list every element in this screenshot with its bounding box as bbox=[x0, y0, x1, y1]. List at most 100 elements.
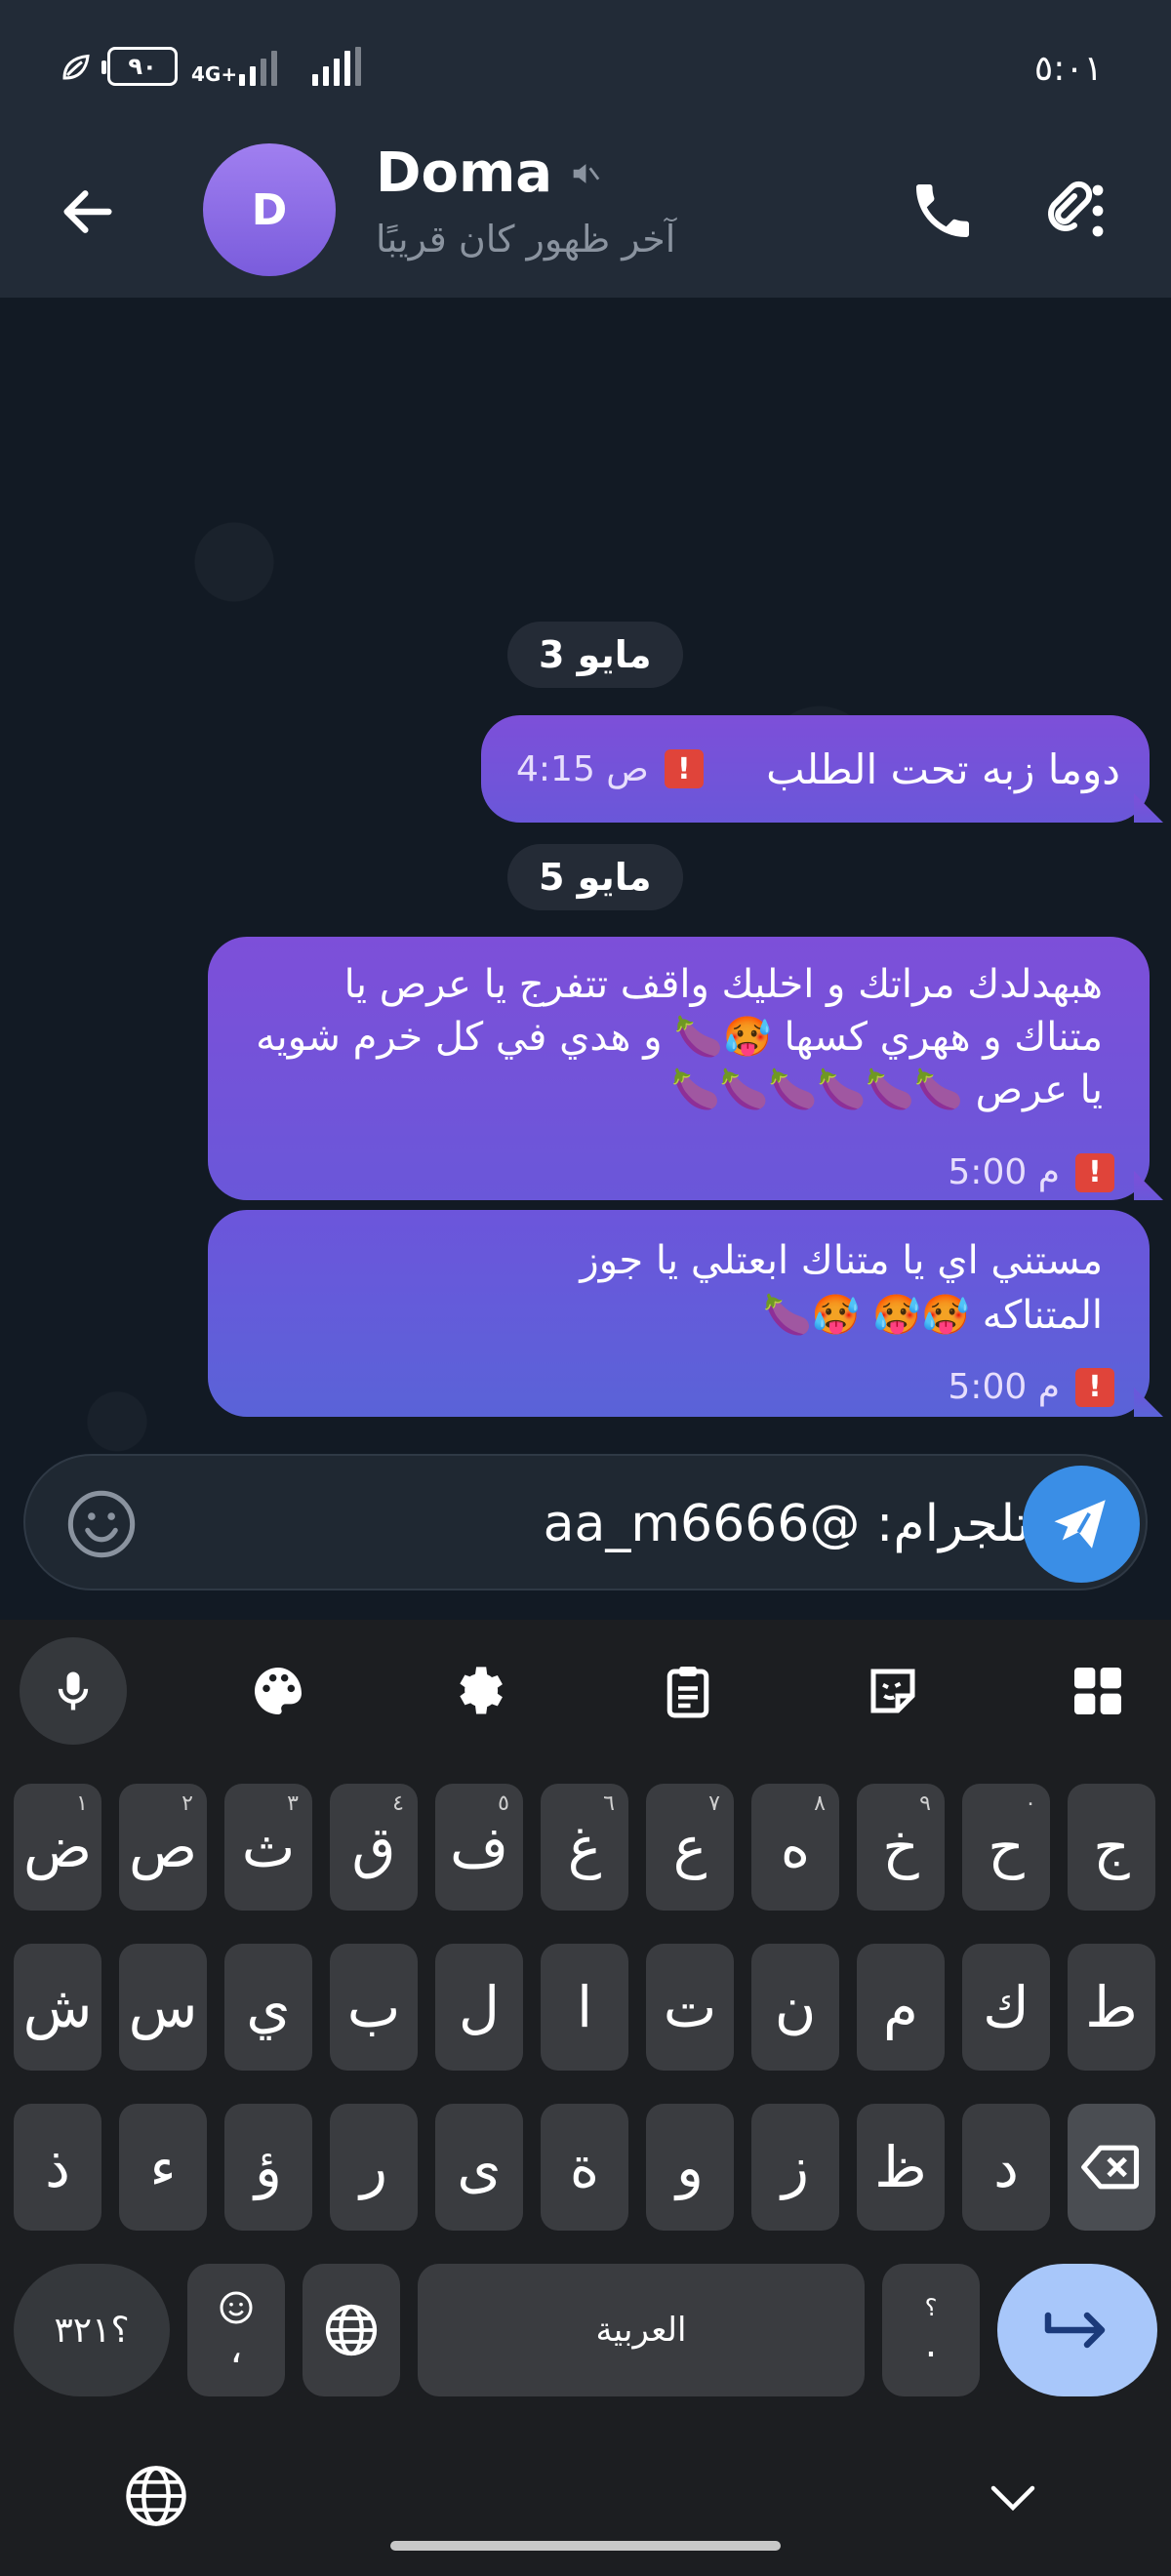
navigation-bar bbox=[0, 2420, 1171, 2576]
message-bubble[interactable]: 4:15 ص ! دوما زبه تحت الطلب bbox=[481, 715, 1163, 823]
palette-icon[interactable] bbox=[224, 1637, 332, 1745]
period-key[interactable]: ؟ . bbox=[882, 2264, 980, 2396]
message-text: دوما زبه تحت الطلب bbox=[766, 745, 1120, 793]
language-key[interactable] bbox=[303, 2264, 400, 2396]
keyboard-row-3: ذ ء ؤ ر ى ة و ز ظ د bbox=[14, 2104, 1155, 2231]
apps-grid-icon[interactable] bbox=[1044, 1637, 1151, 1745]
key[interactable]: د bbox=[962, 2104, 1050, 2231]
send-button[interactable] bbox=[1023, 1466, 1140, 1583]
on-screen-keyboard: ١ض ٢ص ٣ث ٤ق ٥ف ٦غ ٧ع ٨ه ٩خ ٠ح ج ش س ي ب … bbox=[0, 1620, 1171, 2576]
contact-name-row[interactable]: Doma bbox=[376, 141, 601, 205]
key[interactable]: و bbox=[646, 2104, 734, 2231]
clock: ٥:٠١ bbox=[1033, 49, 1103, 89]
space-bar[interactable]: العربية bbox=[418, 2264, 865, 2396]
emoji-comma-key[interactable]: ، bbox=[187, 2264, 285, 2396]
last-seen-status: آخر ظهور كان قريبًا bbox=[376, 218, 676, 261]
key[interactable]: ر bbox=[330, 2104, 418, 2231]
back-arrow-icon[interactable] bbox=[57, 181, 119, 243]
key[interactable]: ة bbox=[541, 2104, 628, 2231]
message-meta: 5:00 م ! bbox=[948, 1367, 1114, 1407]
phone-icon[interactable] bbox=[908, 176, 978, 246]
backspace-key[interactable] bbox=[1068, 2104, 1155, 2231]
key[interactable]: ك bbox=[962, 1944, 1050, 2071]
key[interactable]: ؤ bbox=[224, 2104, 312, 2231]
key[interactable]: ١ض bbox=[14, 1784, 101, 1911]
key[interactable]: ٨ه bbox=[751, 1784, 839, 1911]
sticker-icon[interactable] bbox=[839, 1637, 947, 1745]
key[interactable]: ا bbox=[541, 1944, 628, 2071]
message-text: هبهدلدك مراتك و اخليك واقف تتفرج يا عرص … bbox=[256, 962, 1103, 1112]
message-text: مستني اي يا متناك ابعتلي يا جوز المتناكه… bbox=[580, 1238, 1103, 1338]
key[interactable]: ن bbox=[751, 1944, 839, 2071]
key[interactable]: م bbox=[857, 1944, 945, 2071]
message-row: 4:15 ص ! دوما زبه تحت الطلب bbox=[481, 715, 1150, 823]
key[interactable]: ظ bbox=[857, 2104, 945, 2231]
keyboard-bottom-row: ؟٣٢١ ، العربية ؟ . bbox=[14, 2264, 1157, 2396]
globe-icon[interactable] bbox=[119, 2459, 193, 2533]
message-bubble[interactable]: هبهدلدك مراتك و اخليك واقف تتفرج يا عرص … bbox=[208, 937, 1163, 1200]
message-time: 5:00 م bbox=[948, 1367, 1060, 1407]
keyboard-row-1: ١ض ٢ص ٣ث ٤ق ٥ف ٦غ ٧ع ٨ه ٩خ ٠ح ج bbox=[14, 1784, 1155, 1911]
message-bubble[interactable]: مستني اي يا متناك ابعتلي يا جوز المتناكه… bbox=[208, 1210, 1163, 1417]
message-time: 4:15 ص bbox=[516, 748, 649, 789]
key[interactable]: ج bbox=[1068, 1784, 1155, 1911]
error-icon[interactable]: ! bbox=[664, 749, 704, 788]
status-left: ٩٠ 4G+ bbox=[59, 47, 362, 86]
key[interactable]: ٦غ bbox=[541, 1784, 628, 1911]
emoji-small-icon bbox=[220, 2291, 253, 2324]
key[interactable]: ٤ق bbox=[330, 1784, 418, 1911]
chat-header: D Doma آخر ظهور كان قريبًا bbox=[0, 141, 1171, 298]
key[interactable]: ط bbox=[1068, 1944, 1155, 2071]
key[interactable]: ل bbox=[435, 1944, 523, 2071]
key[interactable]: ذ bbox=[14, 2104, 101, 2231]
enter-key[interactable] bbox=[997, 2264, 1157, 2396]
smiley-icon[interactable] bbox=[64, 1487, 139, 1561]
key[interactable]: ء bbox=[119, 2104, 207, 2231]
telegram-chat-screen: ٩٠ 4G+ ٥:٠١ D Doma آخر ظهور كان قريبًا 3… bbox=[0, 0, 1171, 2576]
error-icon[interactable]: ! bbox=[1075, 1152, 1114, 1192]
error-icon[interactable]: ! bbox=[1075, 1367, 1114, 1407]
key[interactable]: ى bbox=[435, 2104, 523, 2231]
key[interactable]: ٠ح bbox=[962, 1784, 1050, 1911]
symbols-key[interactable]: ؟٣٢١ bbox=[14, 2264, 170, 2396]
key[interactable]: ٧ع bbox=[646, 1784, 734, 1911]
settings-icon[interactable] bbox=[429, 1637, 537, 1745]
status-bar: ٩٠ 4G+ ٥:٠١ bbox=[0, 0, 1171, 141]
globe-icon bbox=[325, 2304, 378, 2356]
message-input[interactable] bbox=[172, 1456, 1030, 1592]
message-list[interactable]: 3 مايو 4:15 ص ! دوما زبه تحت الطلب 5 ماي… bbox=[0, 298, 1171, 1620]
message-composer bbox=[23, 1454, 1148, 1592]
avatar[interactable]: D bbox=[203, 143, 336, 276]
keyboard-toolbar bbox=[0, 1620, 1171, 1776]
network-signal-1: 4G+ bbox=[191, 47, 278, 86]
message-meta: 5:00 م ! bbox=[948, 1152, 1114, 1192]
period-hint: ؟ bbox=[924, 2294, 938, 2321]
enter-arrow-icon bbox=[1044, 2312, 1106, 2349]
key[interactable]: ٣ث bbox=[224, 1784, 312, 1911]
key[interactable]: ٥ف bbox=[435, 1784, 523, 1911]
bubble-tail bbox=[1134, 1171, 1163, 1200]
chevron-down-icon[interactable] bbox=[976, 2469, 1050, 2527]
comma-label: ، bbox=[229, 2327, 243, 2372]
key[interactable]: ٩خ bbox=[857, 1784, 945, 1911]
bubble-tail bbox=[1134, 1388, 1163, 1417]
backspace-icon bbox=[1081, 2145, 1140, 2190]
more-vertical-icon[interactable] bbox=[1039, 176, 1110, 246]
key[interactable]: ت bbox=[646, 1944, 734, 2071]
key[interactable]: ٢ص bbox=[119, 1784, 207, 1911]
key[interactable]: ب bbox=[330, 1944, 418, 2071]
key[interactable]: ز bbox=[751, 2104, 839, 2231]
message-meta: 4:15 ص ! bbox=[516, 749, 704, 789]
contact-name: Doma bbox=[376, 141, 553, 205]
clipboard-icon[interactable] bbox=[634, 1637, 742, 1745]
home-indicator[interactable] bbox=[390, 2541, 781, 2551]
date-separator: 5 مايو bbox=[507, 844, 683, 910]
mic-icon[interactable] bbox=[20, 1637, 127, 1745]
key[interactable]: س bbox=[119, 1944, 207, 2071]
signal-bars-icon bbox=[239, 47, 278, 86]
message-time: 5:00 م bbox=[948, 1152, 1060, 1192]
leaf-icon bbox=[62, 54, 90, 80]
key[interactable]: ش bbox=[14, 1944, 101, 2071]
keyboard-row-2: ش س ي ب ل ا ت ن م ك ط bbox=[14, 1944, 1155, 2071]
key[interactable]: ي bbox=[224, 1944, 312, 2071]
